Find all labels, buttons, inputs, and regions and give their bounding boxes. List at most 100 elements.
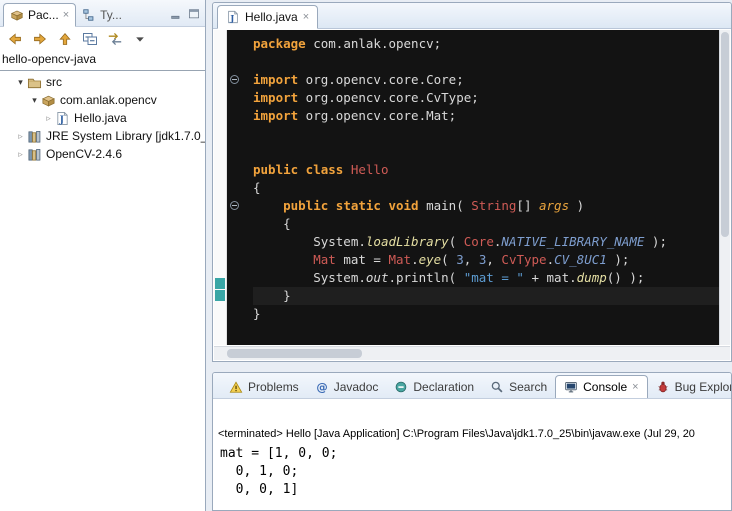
code-line-7[interactable]	[253, 143, 719, 161]
code-line-9[interactable]: {	[253, 179, 719, 197]
bug-icon	[656, 380, 670, 394]
link-with-editor-button[interactable]	[107, 31, 123, 47]
collapse-arrow-icon[interactable]: ▾	[14, 77, 27, 88]
forward-button[interactable]	[32, 31, 48, 47]
console-output: mat = [1, 0, 0; 0, 1, 0; 0, 0, 1]	[220, 445, 730, 499]
view-tab-label: Javadoc	[334, 380, 379, 394]
code-line-16[interactable]: }	[253, 305, 719, 323]
code-token: () );	[607, 270, 645, 285]
view-tab-bug-explorer[interactable]: Bug Explorer	[648, 376, 731, 398]
java-file-icon: J	[226, 10, 240, 24]
maximize-icon[interactable]	[187, 7, 201, 21]
expand-arrow-icon[interactable]: ▹	[42, 113, 55, 124]
code-line-14[interactable]: System.out.println( "mat = " + mat.dump(…	[253, 269, 719, 287]
close-icon[interactable]: ×	[63, 10, 69, 21]
code-line-1[interactable]: package com.anlak.opencv;	[253, 35, 719, 53]
collapse-arrow-icon[interactable]: ▾	[28, 95, 41, 106]
eclipse-workbench: Pac... × Ty... hello-opencv-java ▾src▾co…	[0, 0, 732, 511]
code-line-12[interactable]: System.loadLibrary( Core.NATIVE_LIBRARY_…	[253, 233, 719, 251]
code-token: Core	[464, 234, 494, 249]
tree-item-jre-system-library-jdk1-7-0-25[interactable]: ▹JRE System Library [jdk1.7.0_25]	[0, 127, 205, 145]
code-token: );	[644, 234, 667, 249]
code-token: args	[539, 198, 569, 213]
project-root-label[interactable]: hello-opencv-java	[0, 50, 205, 69]
view-tab-console[interactable]: Console×	[555, 375, 647, 399]
console-status-line: <terminated> Hello [Java Application] C:…	[218, 428, 730, 440]
code-token: )	[569, 198, 584, 213]
expand-arrow-icon[interactable]: ▹	[14, 131, 27, 142]
view-tab-search[interactable]: Search	[482, 376, 555, 398]
horizontal-scrollbar[interactable]	[214, 346, 730, 360]
editor-tab-hello-java[interactable]: J Hello.java ×	[217, 5, 318, 29]
code-token: out	[366, 270, 389, 285]
collapse-all-button[interactable]	[82, 31, 98, 47]
annotation-ruler[interactable]	[214, 30, 227, 345]
search-icon	[490, 380, 504, 394]
tab-type-hierarchy[interactable]: Ty...	[76, 4, 128, 26]
code-token: Mat	[388, 252, 411, 267]
view-tab-label: Bug Explorer	[675, 380, 731, 394]
code-line-5[interactable]: import org.opencv.core.Mat;	[253, 107, 719, 125]
view-tab-problems[interactable]: Problems	[221, 376, 307, 398]
separator	[0, 70, 205, 71]
view-tab-declaration[interactable]: Declaration	[386, 376, 482, 398]
code-token: + mat.	[524, 270, 577, 285]
vertical-scrollbar[interactable]	[719, 30, 730, 345]
code-token: public static void	[283, 198, 418, 213]
tree-item-opencv-2-4-6[interactable]: ▹OpenCV-2.4.6	[0, 145, 205, 163]
editor-tabbar: J Hello.java ×	[213, 3, 731, 29]
occurrence-annotation	[215, 290, 225, 301]
code-line-13[interactable]: Mat mat = Mat.eye( 3, 3, CvType.CV_8UC1 …	[253, 251, 719, 269]
code-token: []	[516, 198, 539, 213]
code-line-15[interactable]: }	[253, 287, 719, 305]
expand-arrow-icon[interactable]: ▹	[14, 149, 27, 160]
svg-text:@: @	[316, 380, 327, 394]
problems-icon	[229, 380, 243, 394]
view-menu-button[interactable]	[132, 31, 148, 47]
code-line-4[interactable]: import org.opencv.core.CvType;	[253, 89, 719, 107]
code-line-2[interactable]	[253, 53, 719, 71]
code-token: ,	[486, 252, 501, 267]
tree-item-com-anlak-opencv[interactable]: ▾com.anlak.opencv	[0, 91, 205, 109]
package-explorer-icon	[10, 8, 24, 22]
library-icon	[27, 129, 42, 144]
console-line: mat = [1, 0, 0;	[220, 445, 730, 463]
code-token: .	[411, 252, 419, 267]
svg-text:J: J	[229, 13, 234, 23]
code-token: Mat	[313, 252, 336, 267]
scrollbar-thumb[interactable]	[721, 32, 729, 237]
tree-item-label: Hello.java	[74, 111, 127, 125]
code-line-6[interactable]	[253, 125, 719, 143]
code-token: eye	[419, 252, 442, 267]
fold-collapse-icon[interactable]	[230, 75, 239, 84]
code-token: System.	[253, 270, 366, 285]
source-folder-icon	[27, 75, 42, 90]
code-line-10[interactable]: public static void main( String[] args )	[253, 197, 719, 215]
code-line-11[interactable]: {	[253, 215, 719, 233]
code-token: 3	[456, 252, 464, 267]
tree-item-hello-java[interactable]: ▹JHello.java	[0, 109, 205, 127]
console-view[interactable]: <terminated> Hello [Java Application] C:…	[214, 399, 730, 509]
minimize-icon[interactable]	[169, 7, 183, 21]
scrollbar-thumb[interactable]	[227, 349, 362, 358]
code-token: (	[441, 252, 456, 267]
close-icon[interactable]: ×	[303, 12, 309, 23]
close-icon[interactable]: ×	[632, 382, 638, 393]
package-icon	[41, 93, 56, 108]
up-button[interactable]	[57, 31, 73, 47]
tab-package-explorer[interactable]: Pac... ×	[3, 3, 76, 27]
code-token: .println(	[388, 270, 463, 285]
code-token: dump	[577, 270, 607, 285]
code-line-8[interactable]: public class Hello	[253, 161, 719, 179]
back-button[interactable]	[7, 31, 23, 47]
code-editor[interactable]: package com.anlak.opencv; import org.open…	[227, 30, 719, 345]
code-token: CvType	[501, 252, 546, 267]
view-tab-javadoc[interactable]: @ Javadoc	[307, 376, 387, 398]
tree-item-src[interactable]: ▾src	[0, 73, 205, 91]
code-token: import	[253, 108, 298, 123]
code-line-3[interactable]: import org.opencv.core.Core;	[253, 71, 719, 89]
code-token: loadLibrary	[366, 234, 449, 249]
library-icon	[27, 147, 42, 162]
fold-collapse-icon[interactable]	[230, 201, 239, 210]
code-token: org.opencv.core.CvType;	[298, 90, 479, 105]
